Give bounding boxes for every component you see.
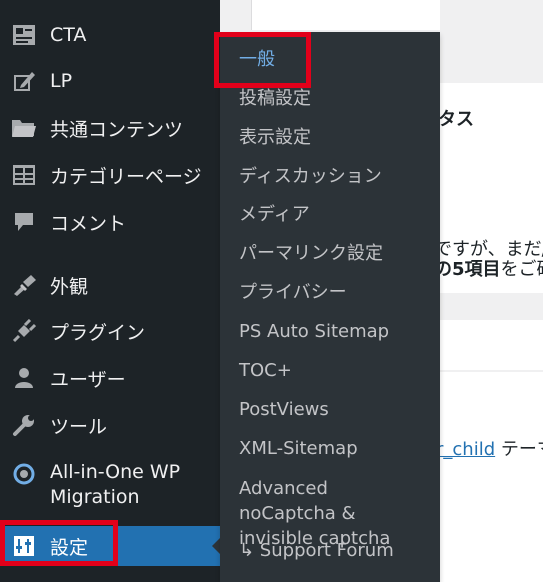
submenu-item-support-forum[interactable]: ↳ Support Forum	[239, 539, 394, 563]
migration-icon	[11, 461, 37, 487]
sidebar-item-settings[interactable]: 設定	[0, 526, 220, 566]
status-panel: タス ですが、まだ/ の5項目をご確	[440, 83, 543, 293]
sidebar-item-all-in-one-migration[interactable]: All-in-One WP Migration	[0, 458, 220, 514]
sidebar-item-lp[interactable]: LP	[0, 61, 220, 101]
admin-sidebar: CTA LP 共通コンテンツ カテゴリーページ コメント 外観 プラグイン ユー…	[0, 0, 220, 582]
sidebar-item-plugins[interactable]: プラグイン	[0, 311, 220, 351]
sidebar-item-label: CTA	[50, 24, 87, 46]
panel-text-bold: の5項目	[440, 259, 501, 280]
submenu-item-writing[interactable]: 投稿設定	[239, 87, 311, 111]
brush-icon	[11, 272, 37, 298]
content-top-panel	[251, 0, 441, 30]
submenu-item-permalink[interactable]: パーマリンク設定	[239, 242, 383, 266]
plugin-icon	[11, 318, 37, 344]
theme-text: r_child テーマ	[440, 435, 543, 461]
table-icon	[11, 162, 37, 188]
theme-panel: r_child テーマ	[440, 372, 543, 582]
sidebar-item-common-content[interactable]: 共通コンテンツ	[0, 108, 220, 148]
theme-text-rest: テーマ	[500, 439, 543, 460]
settings-submenu: 一般 投稿設定 表示設定 ディスカッション メディア パーマリンク設定 プライバ…	[220, 32, 440, 582]
user-icon	[11, 365, 37, 391]
settings-icon	[11, 533, 37, 559]
wrench-icon	[11, 412, 37, 438]
sidebar-item-label: LP	[50, 70, 73, 92]
submenu-item-reading[interactable]: 表示設定	[239, 126, 311, 150]
sidebar-item-users[interactable]: ユーザー	[0, 358, 220, 398]
main-content: タス ですが、まだ/ の5項目をご確 r_child テーマ	[440, 0, 543, 582]
sidebar-item-label: プラグイン	[50, 321, 146, 344]
panel-text-rest: をご確	[500, 259, 543, 280]
sidebar-item-tools[interactable]: ツール	[0, 405, 220, 445]
sidebar-item-label: ユーザー	[50, 368, 126, 391]
submenu-item-toc[interactable]: TOC+	[239, 359, 292, 383]
panel-text-2: の5項目をご確	[440, 255, 543, 281]
sidebar-item-label: 設定	[50, 536, 89, 559]
edit-icon	[11, 68, 37, 94]
sidebar-item-label: 外観	[50, 275, 89, 298]
sidebar-item-label: ツール	[50, 415, 108, 438]
submenu-item-privacy[interactable]: プライバシー	[239, 281, 347, 305]
sidebar-item-cta[interactable]: CTA	[0, 15, 220, 55]
panel-2	[440, 320, 543, 370]
sidebar-item-label: 共通コンテンツ	[50, 118, 184, 141]
sidebar-item-label: All-in-One WP Migration	[50, 461, 181, 508]
sidebar-item-label: コメント	[50, 212, 127, 235]
sidebar-item-category-page[interactable]: カテゴリーページ	[0, 155, 220, 195]
folder-icon	[11, 115, 37, 141]
sidebar-item-label: カテゴリーページ	[50, 165, 202, 188]
submenu-item-ps-auto-sitemap[interactable]: PS Auto Sitemap	[239, 320, 389, 344]
sidebar-item-comments[interactable]: コメント	[0, 202, 220, 242]
submenu-item-general[interactable]: 一般	[239, 48, 275, 72]
form-icon	[11, 22, 37, 48]
submenu-item-media[interactable]: メディア	[239, 203, 310, 227]
comment-icon	[11, 209, 37, 235]
theme-link[interactable]: r_child	[440, 439, 495, 460]
submenu-item-discussion[interactable]: ディスカッション	[239, 165, 382, 189]
panel-heading: タス	[440, 109, 474, 130]
sidebar-item-appearance[interactable]: 外観	[0, 265, 220, 305]
submenu-item-postviews[interactable]: PostViews	[239, 398, 329, 422]
content-gap	[440, 0, 543, 53]
submenu-item-xml-sitemap[interactable]: XML-Sitemap	[239, 437, 358, 461]
